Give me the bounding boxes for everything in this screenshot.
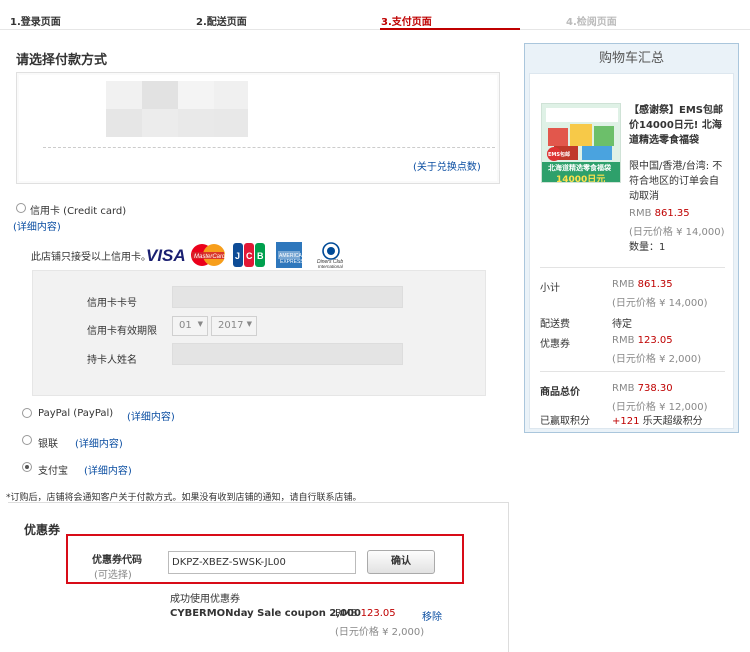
coupon-optional-label: (可选择) (94, 570, 132, 581)
points-earned: +121 乐天超级积分 (612, 412, 703, 427)
product-region-note: 限中国/香港/台湾: 不符合地区的订单会自动取消 (629, 161, 723, 202)
alipay-details-link[interactable]: (详细内容) (84, 462, 132, 477)
product-price-value: 861.35 (654, 208, 690, 219)
coupon-heading: 优惠券 (24, 523, 61, 537)
expiry-year-value: 2017 (218, 320, 244, 331)
coupon-confirm-button[interactable]: 确认 (367, 550, 435, 574)
cart-summary-body: EMS包邮 北海道精选零食福袋 14000日元 【感谢祭】EMS包邮价14000… (529, 73, 734, 429)
points-box: (关于兑换点数) (16, 72, 500, 184)
coupon-remove-link[interactable]: 移除 (422, 608, 442, 623)
credit-card-label: 信用卡 (Credit card) (30, 206, 127, 217)
product-image-price: 14000日元 (556, 175, 606, 183)
unionpay-radio[interactable] (22, 435, 32, 445)
section-divider (8, 502, 508, 503)
product-quantity: 数量：1 (629, 242, 666, 253)
coupon-code-input[interactable] (168, 551, 356, 574)
step-shipping: 2.配送页面 (196, 17, 247, 28)
paypal-details-link[interactable]: (详细内容) (127, 408, 175, 423)
summary-divider (540, 371, 725, 372)
amex-card-icon: AMERICANEXPRESS (276, 242, 306, 268)
svg-text:J: J (235, 251, 240, 261)
product-name[interactable]: 【感谢祭】EMS包邮价14000日元! 北海道精选零食福袋 (629, 103, 725, 148)
paypal-label: PayPal (PayPal) (38, 408, 114, 419)
product-price-prefix: RMB (629, 208, 652, 219)
product-price-jpy: (日元价格 ¥ 14,000) (629, 227, 725, 238)
subtotal-label: 小计 (540, 283, 560, 294)
shipping-value: 待定 (612, 319, 632, 330)
cart-summary: 购物车汇总 EMS包邮 北海道精选零食福袋 14000日元 【感谢祭】EMS包邮… (524, 43, 739, 433)
coupon-success-text: 成功使用优惠券 (170, 594, 240, 605)
total-jpy: (日元价格 ¥ 12,000) (612, 402, 708, 413)
expiry-year-select[interactable]: 2017 ▼ (211, 316, 257, 336)
jcb-card-icon: JCB (233, 242, 265, 268)
step-login: 1.登录页面 (10, 17, 61, 28)
points-divider (43, 147, 495, 148)
summary-coupon-amount: RMB 123.05 (612, 335, 673, 346)
total-value: 738.30 (637, 383, 673, 394)
product-image[interactable]: EMS包邮 北海道精选零食福袋 14000日元 (541, 103, 621, 183)
card-number-label: 信用卡卡号 (87, 298, 137, 309)
step-divider (0, 29, 750, 30)
alipay-radio[interactable] (22, 462, 32, 472)
total-amount: RMB 738.30 (612, 383, 673, 394)
unionpay-label: 银联 (38, 439, 58, 450)
product-price: RMB 861.35 (629, 208, 690, 219)
coupon-amount-prefix: RMB (335, 608, 358, 619)
subtotal-value: 861.35 (637, 279, 673, 290)
credit-card-details-link[interactable]: (详细内容) (13, 218, 61, 233)
paypal-radio[interactable] (22, 408, 32, 418)
cart-summary-title: 购物车汇总 (598, 51, 664, 66)
points-earned-value: +121 (612, 416, 640, 427)
shipping-label: 配送费 (540, 319, 570, 330)
total-prefix: RMB (612, 383, 635, 394)
coupon-code-label: 优惠券代码 (92, 555, 142, 566)
svg-text:International: International (318, 264, 344, 268)
total-label: 商品总价 (540, 387, 580, 398)
card-holder-input[interactable] (172, 343, 403, 365)
accepted-cards-text: 此店铺只接受以上信用卡。 (31, 252, 151, 263)
points-earned-label: 已赢取积分 (540, 416, 590, 427)
summary-coupon-prefix: RMB (612, 335, 635, 346)
product-image-badge: EMS包邮 (548, 152, 570, 158)
subtotal-prefix: RMB (612, 279, 635, 290)
summary-divider (540, 267, 725, 268)
points-earned-suffix: 乐天超级积分 (642, 416, 703, 427)
step-review: 4.检阅页面 (566, 17, 617, 28)
summary-coupon-label: 优惠券 (540, 339, 570, 350)
points-inner: (关于兑换点数) (19, 75, 497, 181)
visa-card-icon: VISA (146, 244, 186, 270)
step-active-indicator (380, 28, 520, 30)
summary-coupon-jpy: (日元价格 ¥ 2,000) (612, 354, 702, 365)
svg-text:MasterCard: MasterCard (194, 254, 226, 260)
chevron-down-icon: ▼ (246, 320, 252, 328)
card-holder-label: 持卡人姓名 (87, 355, 137, 366)
expiry-month-value: 01 (179, 320, 192, 331)
summary-coupon-value: 123.05 (637, 335, 673, 346)
svg-text:VISA: VISA (146, 246, 186, 265)
coupon-amount-jpy: (日元价格 ¥ 2,000) (335, 627, 425, 638)
svg-text:EXPRESS: EXPRESS (280, 259, 302, 265)
svg-text:B: B (257, 251, 264, 261)
coupon-name: CYBERMONday Sale coupon 2,000 (170, 608, 361, 619)
mastercard-icon: MasterCard (190, 242, 226, 268)
diners-club-icon: Diners Club International (314, 242, 348, 269)
expiry-month-select[interactable]: 01 ▼ (172, 316, 208, 336)
payment-heading: 请选择付款方式 (16, 53, 108, 68)
step-payment: 3.支付页面 (381, 17, 432, 28)
coupon-amount: RMB 123.05 (335, 608, 396, 619)
subtotal-jpy: (日元价格 ¥ 14,000) (612, 298, 708, 309)
alipay-label: 支付宝 (38, 466, 68, 477)
credit-card-radio[interactable] (16, 203, 26, 213)
coupon-amount-value: 123.05 (360, 608, 396, 619)
card-number-input[interactable] (172, 286, 403, 308)
vertical-divider (508, 502, 509, 652)
svg-text:C: C (246, 251, 253, 261)
expiry-label: 信用卡有效期限 (87, 326, 157, 337)
credit-card-form: 信用卡卡号 信用卡有效期限 01 ▼ 2017 ▼ 持卡人姓名 (32, 270, 486, 396)
unionpay-details-link[interactable]: (详细内容) (75, 435, 123, 450)
chevron-down-icon: ▼ (197, 320, 203, 328)
subtotal-amount: RMB 861.35 (612, 279, 673, 290)
points-exchange-link[interactable]: (关于兑换点数) (413, 158, 481, 173)
